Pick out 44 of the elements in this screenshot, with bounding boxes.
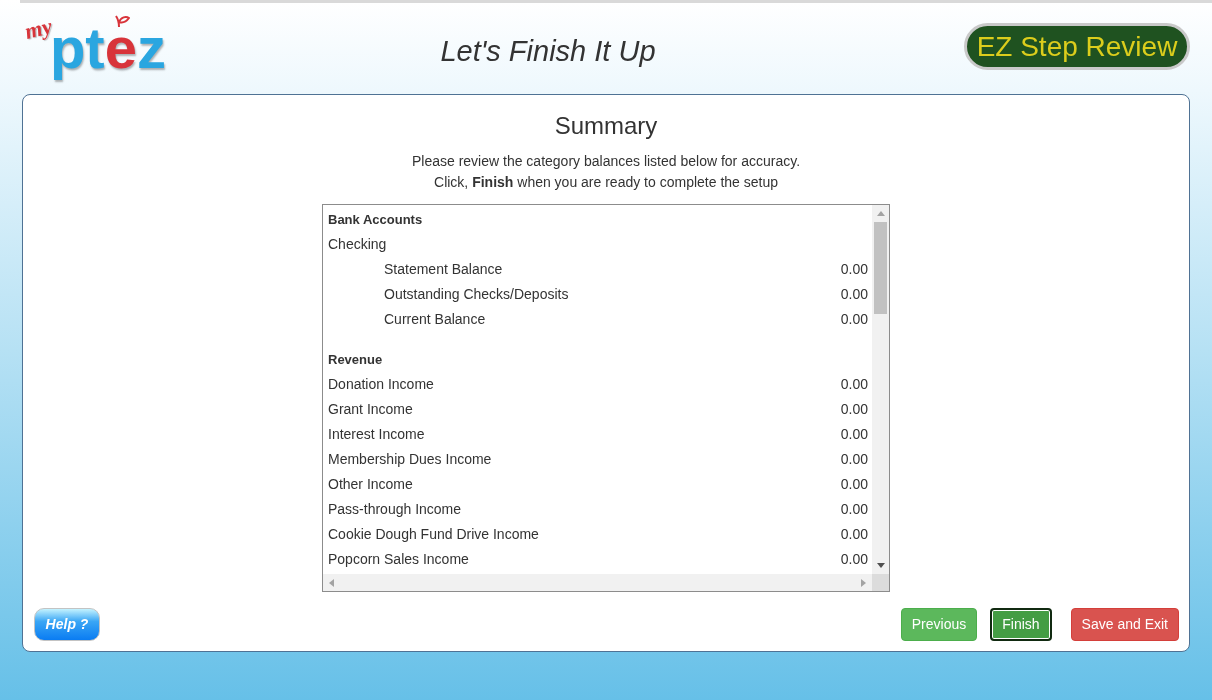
leaf-icon	[114, 14, 130, 27]
save-and-exit-button[interactable]: Save and Exit	[1070, 608, 1179, 641]
account-name: Checking	[328, 235, 387, 254]
balance-label: Outstanding Checks/Deposits	[384, 285, 569, 304]
instructions-text: Please review the category balances listed below for accuracy.	[411, 152, 801, 171]
previous-button[interactable]: Previous	[900, 608, 978, 641]
amount-text: 0.00	[840, 450, 868, 469]
scroll-down-arrow-icon[interactable]	[876, 563, 885, 568]
account-name: Pass-through Income	[328, 500, 462, 519]
account-name: Other Income	[328, 475, 413, 494]
amount-text: 0.00	[840, 525, 868, 544]
account-name: Membership Dues Income	[328, 450, 492, 469]
scrollbar-corner	[872, 574, 889, 591]
amount-text: 0.00	[840, 375, 868, 394]
scroll-right-arrow-icon[interactable]	[861, 578, 866, 587]
amount-text: 0.00	[840, 500, 868, 519]
amount-text: 0.00	[840, 260, 868, 279]
scroll-left-arrow-icon[interactable]	[329, 578, 334, 587]
amount-text: 0.00	[840, 285, 868, 304]
account-name: Donation Income	[328, 375, 434, 394]
account-name: Cookie Dough Fund Drive Income	[328, 525, 539, 544]
account-name: Popcorn Sales Income	[328, 550, 469, 569]
amount-text: 0.00	[840, 310, 868, 329]
balance-label: Current Balance	[384, 310, 486, 329]
category-heading: Bank Accounts	[328, 210, 423, 229]
account-name: Grant Income	[328, 400, 413, 419]
amount-text: 0.00	[840, 550, 868, 569]
amount-text: 0.00	[840, 400, 868, 419]
instructions-text: Click, Finish when you are ready to complete the setup	[434, 173, 778, 192]
page-title: Let's Finish It Up	[440, 34, 656, 67]
ez-step-review-button[interactable]: EZ Step Review	[964, 23, 1190, 70]
logo-script-text: my	[22, 15, 55, 43]
balance-label: Statement Balance	[384, 260, 503, 279]
section-title: Summary	[554, 111, 658, 141]
amount-text: 0.00	[840, 475, 868, 494]
scrollbar-thumb[interactable]	[874, 222, 887, 314]
horizontal-scrollbar[interactable]	[323, 574, 872, 591]
scroll-up-arrow-icon[interactable]	[876, 211, 885, 216]
category-heading: Revenue	[328, 350, 383, 369]
account-name: Interest Income	[328, 425, 425, 444]
vertical-scrollbar[interactable]	[872, 205, 889, 574]
finish-button[interactable]: Finish	[990, 608, 1052, 641]
help-button[interactable]: Help ?	[34, 608, 100, 641]
amount-text: 0.00	[840, 425, 868, 444]
